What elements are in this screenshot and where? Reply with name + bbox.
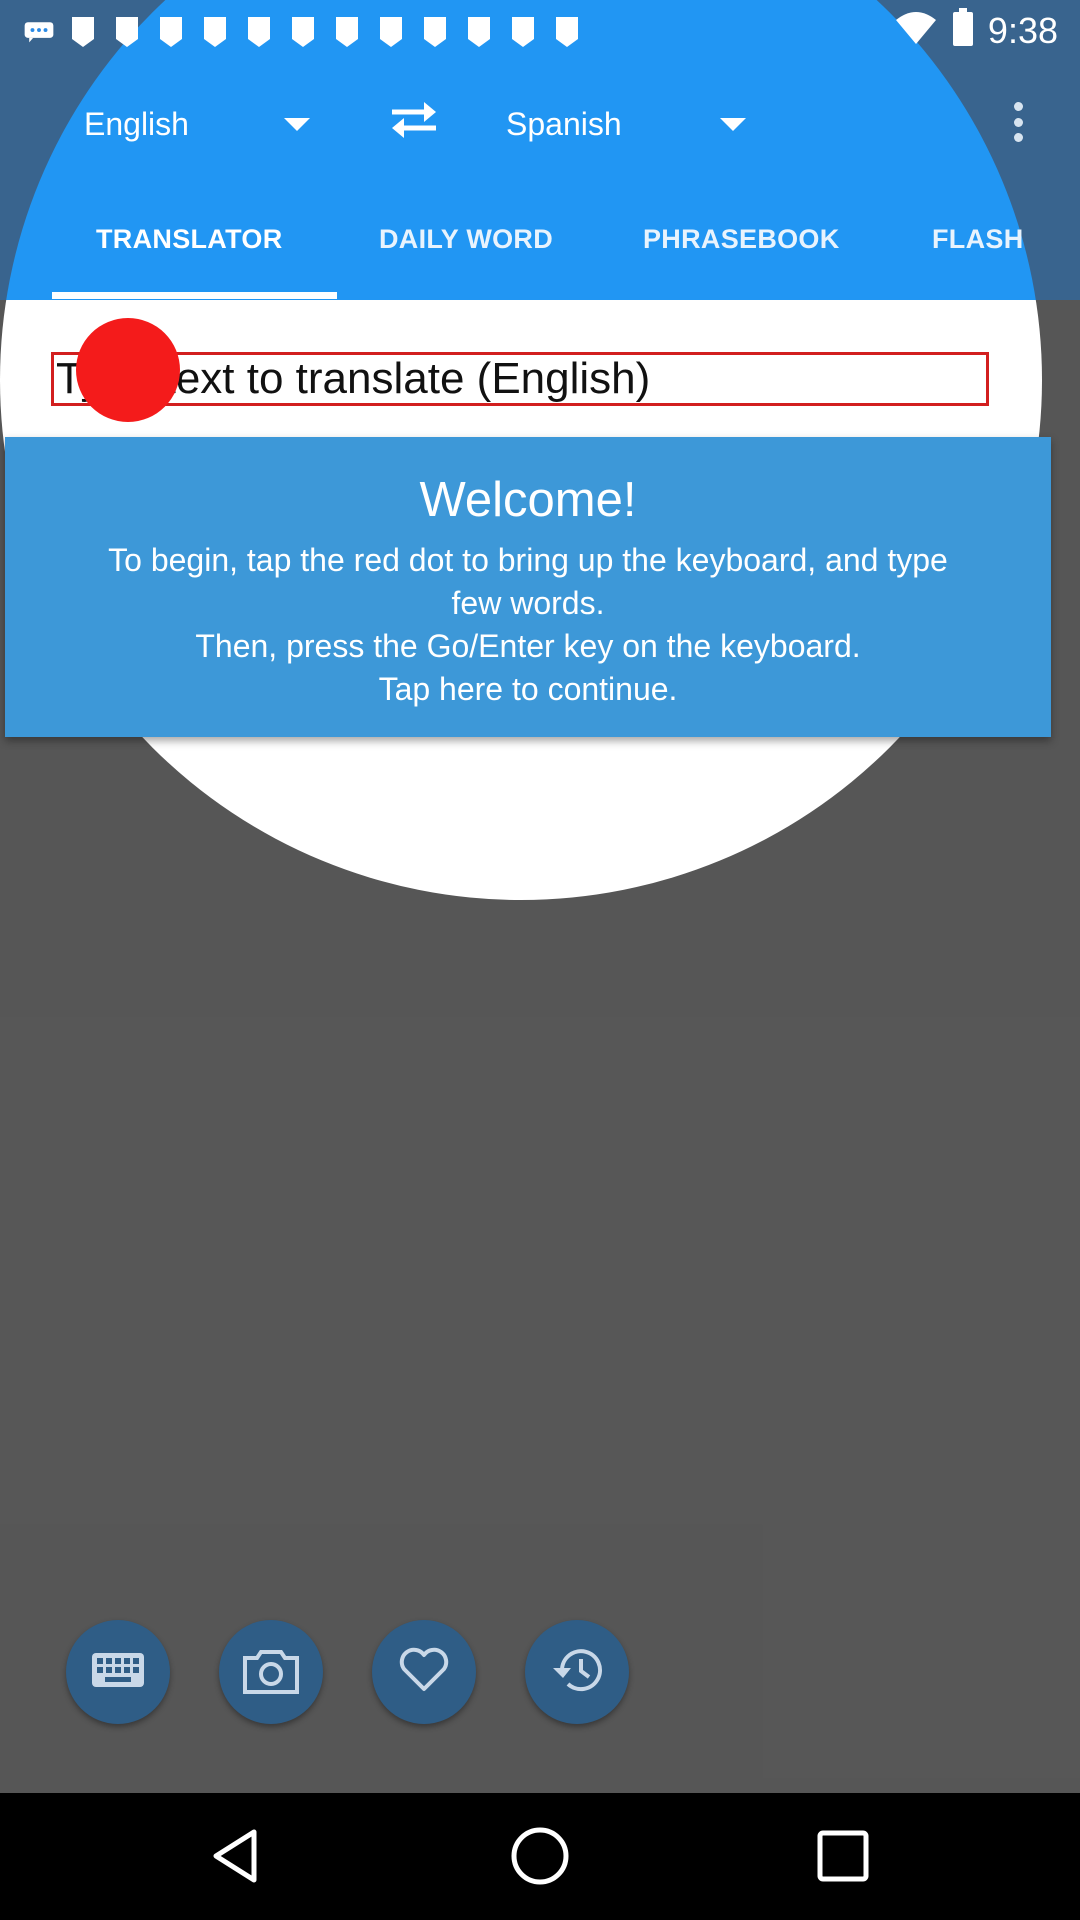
camera-icon [241,1646,301,1699]
home-icon[interactable] [507,1823,573,1889]
target-language-label: Spanish [506,105,622,142]
notification-icon [332,15,362,49]
wifi-icon [894,10,938,53]
chat-bubble-icon [24,15,54,49]
dropdown-caret-icon [720,117,746,131]
battery-icon [952,7,974,55]
source-language-dropdown[interactable]: English [84,96,310,152]
instruction-line: To begin, tap the red dot to bring up th… [108,542,948,578]
tab-flash[interactable]: FLASH [932,224,1024,268]
notification-icon [156,15,186,49]
tab-translator[interactable]: TRANSLATOR [96,224,283,268]
notification-icon [68,15,98,49]
notification-icon [464,15,494,49]
notification-icon [376,15,406,49]
keyboard-button[interactable] [66,1620,170,1724]
translate-text-input[interactable]: Type text to translate (English) [51,352,989,406]
notification-icon [288,15,318,49]
welcome-instructions: To begin, tap the red dot to bring up th… [5,539,1051,711]
favorites-button[interactable] [372,1620,476,1724]
notification-icon [200,15,230,49]
active-tab-indicator [52,292,337,299]
tab-daily-word[interactable]: DAILY WORD [379,224,553,268]
tutorial-red-dot[interactable] [76,318,180,422]
status-right-group: 9:38 [894,6,1058,56]
tab-phrasebook[interactable]: PHRASEBOOK [643,224,840,268]
heart-icon [398,1647,450,1698]
target-language-dropdown[interactable]: Spanish [506,96,746,152]
more-vert-icon[interactable] [1000,96,1036,148]
instruction-line: Tap here to continue. [378,671,678,707]
notification-icon [112,15,142,49]
welcome-title: Welcome! [419,473,637,527]
history-icon [550,1645,604,1700]
dropdown-caret-icon [284,117,310,131]
camera-button[interactable] [219,1620,323,1724]
welcome-tutorial-card[interactable]: Welcome! To begin, tap the red dot to br… [5,437,1051,737]
keyboard-icon [91,1652,145,1693]
swap-arrows-icon[interactable] [386,96,442,144]
back-icon[interactable] [202,1823,268,1889]
notification-icon [508,15,538,49]
instruction-line: few words. [451,585,605,621]
system-nav-bar [0,1793,1080,1920]
status-notification-icons [24,10,582,54]
notification-icon [552,15,582,49]
source-language-label: English [84,105,189,142]
history-button[interactable] [525,1620,629,1724]
recents-icon[interactable] [810,1823,876,1889]
instruction-line: Then, press the Go/Enter key on the keyb… [195,628,861,664]
notification-icon [244,15,274,49]
status-time: 9:38 [987,10,1058,51]
notification-icon [420,15,450,49]
